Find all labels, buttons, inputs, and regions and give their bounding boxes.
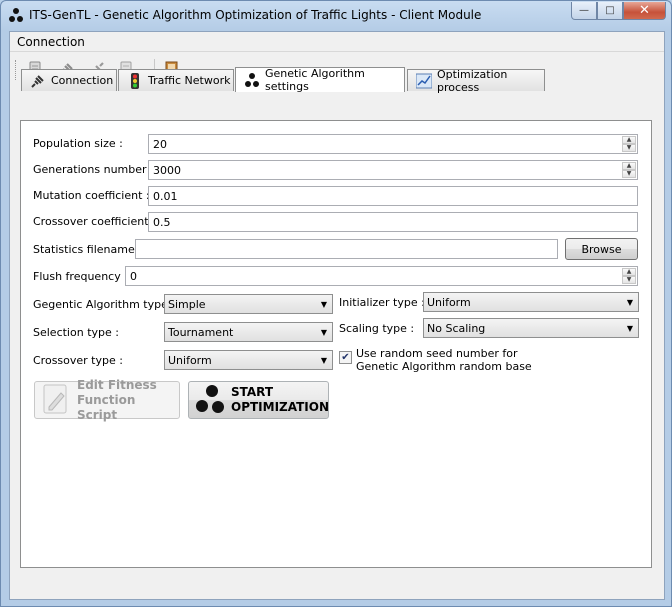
title-bar[interactable]: ITS-GenTL - Genetic Algorithm Optimizati…: [1, 1, 671, 29]
flush-frequency-value: 0: [130, 270, 137, 283]
ga-type-select[interactable]: Simple ▼: [164, 294, 333, 314]
checkmark-icon: ✔: [341, 352, 350, 363]
spin-up-icon[interactable]: ▲: [622, 162, 636, 170]
close-icon: ✕: [639, 3, 650, 18]
chevron-down-icon: ▼: [626, 324, 633, 333]
crossover-type-label: Crossover type :: [33, 354, 123, 367]
initializer-type-label: Initializer type :: [339, 296, 425, 309]
mutation-coefficient-label: Mutation coefficient :: [33, 189, 150, 202]
crossover-coefficient-label: Crossover coefficient :: [33, 215, 156, 228]
population-size-input[interactable]: 20 ▲ ▼: [148, 134, 638, 154]
selection-type-select[interactable]: Tournament ▼: [164, 322, 333, 342]
tab-traffic-network[interactable]: Traffic Network: [118, 69, 234, 91]
close-button[interactable]: ✕: [623, 2, 666, 20]
flush-frequency-input[interactable]: 0 ▲ ▼: [125, 266, 638, 286]
population-size-label: Population size :: [33, 137, 123, 150]
tab-label: Optimization process: [437, 67, 508, 94]
maximize-button[interactable]: □: [597, 2, 623, 20]
window-title: ITS-GenTL - Genetic Algorithm Optimizati…: [29, 8, 482, 22]
edit-fitness-function-button[interactable]: Edit Fitness Function Script: [34, 377, 180, 422]
random-seed-label-line2: Genetic Algorithm random base: [356, 360, 532, 373]
chart-icon: [416, 73, 432, 89]
start-optimization-button[interactable]: START OPTIMIZATION: [188, 381, 329, 419]
scaling-type-label: Scaling type :: [339, 322, 415, 335]
tab-connection[interactable]: Connection: [21, 69, 117, 91]
spin-up-icon[interactable]: ▲: [622, 268, 636, 276]
scaling-type-select[interactable]: No Scaling ▼: [423, 318, 639, 338]
maximize-icon: □: [605, 5, 615, 16]
tab-label: Genetic Algorithm settings: [265, 67, 365, 93]
random-seed-label-line1: Use random seed number for: [356, 347, 518, 360]
start-line1: START: [231, 385, 274, 399]
chevron-down-icon: ▼: [320, 300, 327, 309]
edit-fitness-line2: Function Script: [77, 392, 136, 422]
initializer-type-select[interactable]: Uniform ▼: [423, 292, 639, 312]
random-seed-checkbox[interactable]: ✔: [339, 351, 352, 364]
ga-molecule-icon: [8, 7, 24, 23]
tab-bar: Connection Traffic Network Genetic Algor…: [12, 67, 652, 94]
statistics-filename-label: Statistics filename :: [33, 243, 142, 256]
selection-type-label: Selection type :: [33, 326, 119, 339]
spin-down-icon[interactable]: ▼: [622, 144, 636, 152]
spin-up-icon[interactable]: ▲: [622, 136, 636, 144]
tab-label: Traffic Network: [148, 74, 231, 87]
start-line2: OPTIMIZATION: [231, 400, 330, 414]
browse-label: Browse: [581, 242, 622, 256]
scaling-type-value: No Scaling: [427, 322, 486, 335]
crossover-type-select[interactable]: Uniform ▼: [164, 350, 333, 370]
menu-connection[interactable]: Connection: [17, 35, 85, 49]
document-edit-icon: [41, 383, 71, 418]
minimize-icon: —: [579, 5, 589, 16]
ga-molecule-icon: [195, 384, 225, 417]
traffic-light-icon: [127, 72, 143, 89]
flush-frequency-label: Flush frequency :: [33, 270, 128, 283]
mutation-coefficient-value: 0.01: [153, 190, 178, 203]
edit-fitness-line1: Edit Fitness: [77, 377, 157, 392]
ga-type-value: Simple: [168, 298, 206, 311]
menu-bar: Connection: [10, 32, 664, 52]
initializer-type-value: Uniform: [427, 296, 471, 309]
ga-molecule-icon: [244, 72, 260, 88]
generations-number-label: Generations number :: [33, 163, 154, 176]
crossover-coefficient-input[interactable]: 0.5: [148, 212, 638, 232]
spin-down-icon[interactable]: ▼: [622, 276, 636, 284]
population-size-value: 20: [153, 138, 167, 151]
crossover-coefficient-value: 0.5: [153, 216, 171, 229]
selection-type-value: Tournament: [168, 326, 234, 339]
tab-genetic-algorithm-settings[interactable]: Genetic Algorithm settings: [235, 67, 405, 93]
statistics-filename-input[interactable]: [135, 239, 558, 259]
browse-button[interactable]: Browse: [565, 238, 638, 260]
tab-label: Connection: [51, 74, 114, 87]
minimize-button[interactable]: —: [571, 2, 597, 20]
tab-optimization-process[interactable]: Optimization process: [407, 67, 545, 94]
mutation-coefficient-input[interactable]: 0.01: [148, 186, 638, 206]
app-window: ITS-GenTL - Genetic Algorithm Optimizati…: [0, 0, 672, 607]
ga-type-label: Gegentic Algorithm type :: [33, 298, 176, 311]
plug-icon: [30, 73, 46, 89]
chevron-down-icon: ▼: [320, 328, 327, 337]
chevron-down-icon: ▼: [320, 356, 327, 365]
spin-down-icon[interactable]: ▼: [622, 170, 636, 178]
generations-number-value: 3000: [153, 164, 181, 177]
generations-number-input[interactable]: 3000 ▲ ▼: [148, 160, 638, 180]
chevron-down-icon: ▼: [626, 298, 633, 307]
crossover-type-value: Uniform: [168, 354, 212, 367]
